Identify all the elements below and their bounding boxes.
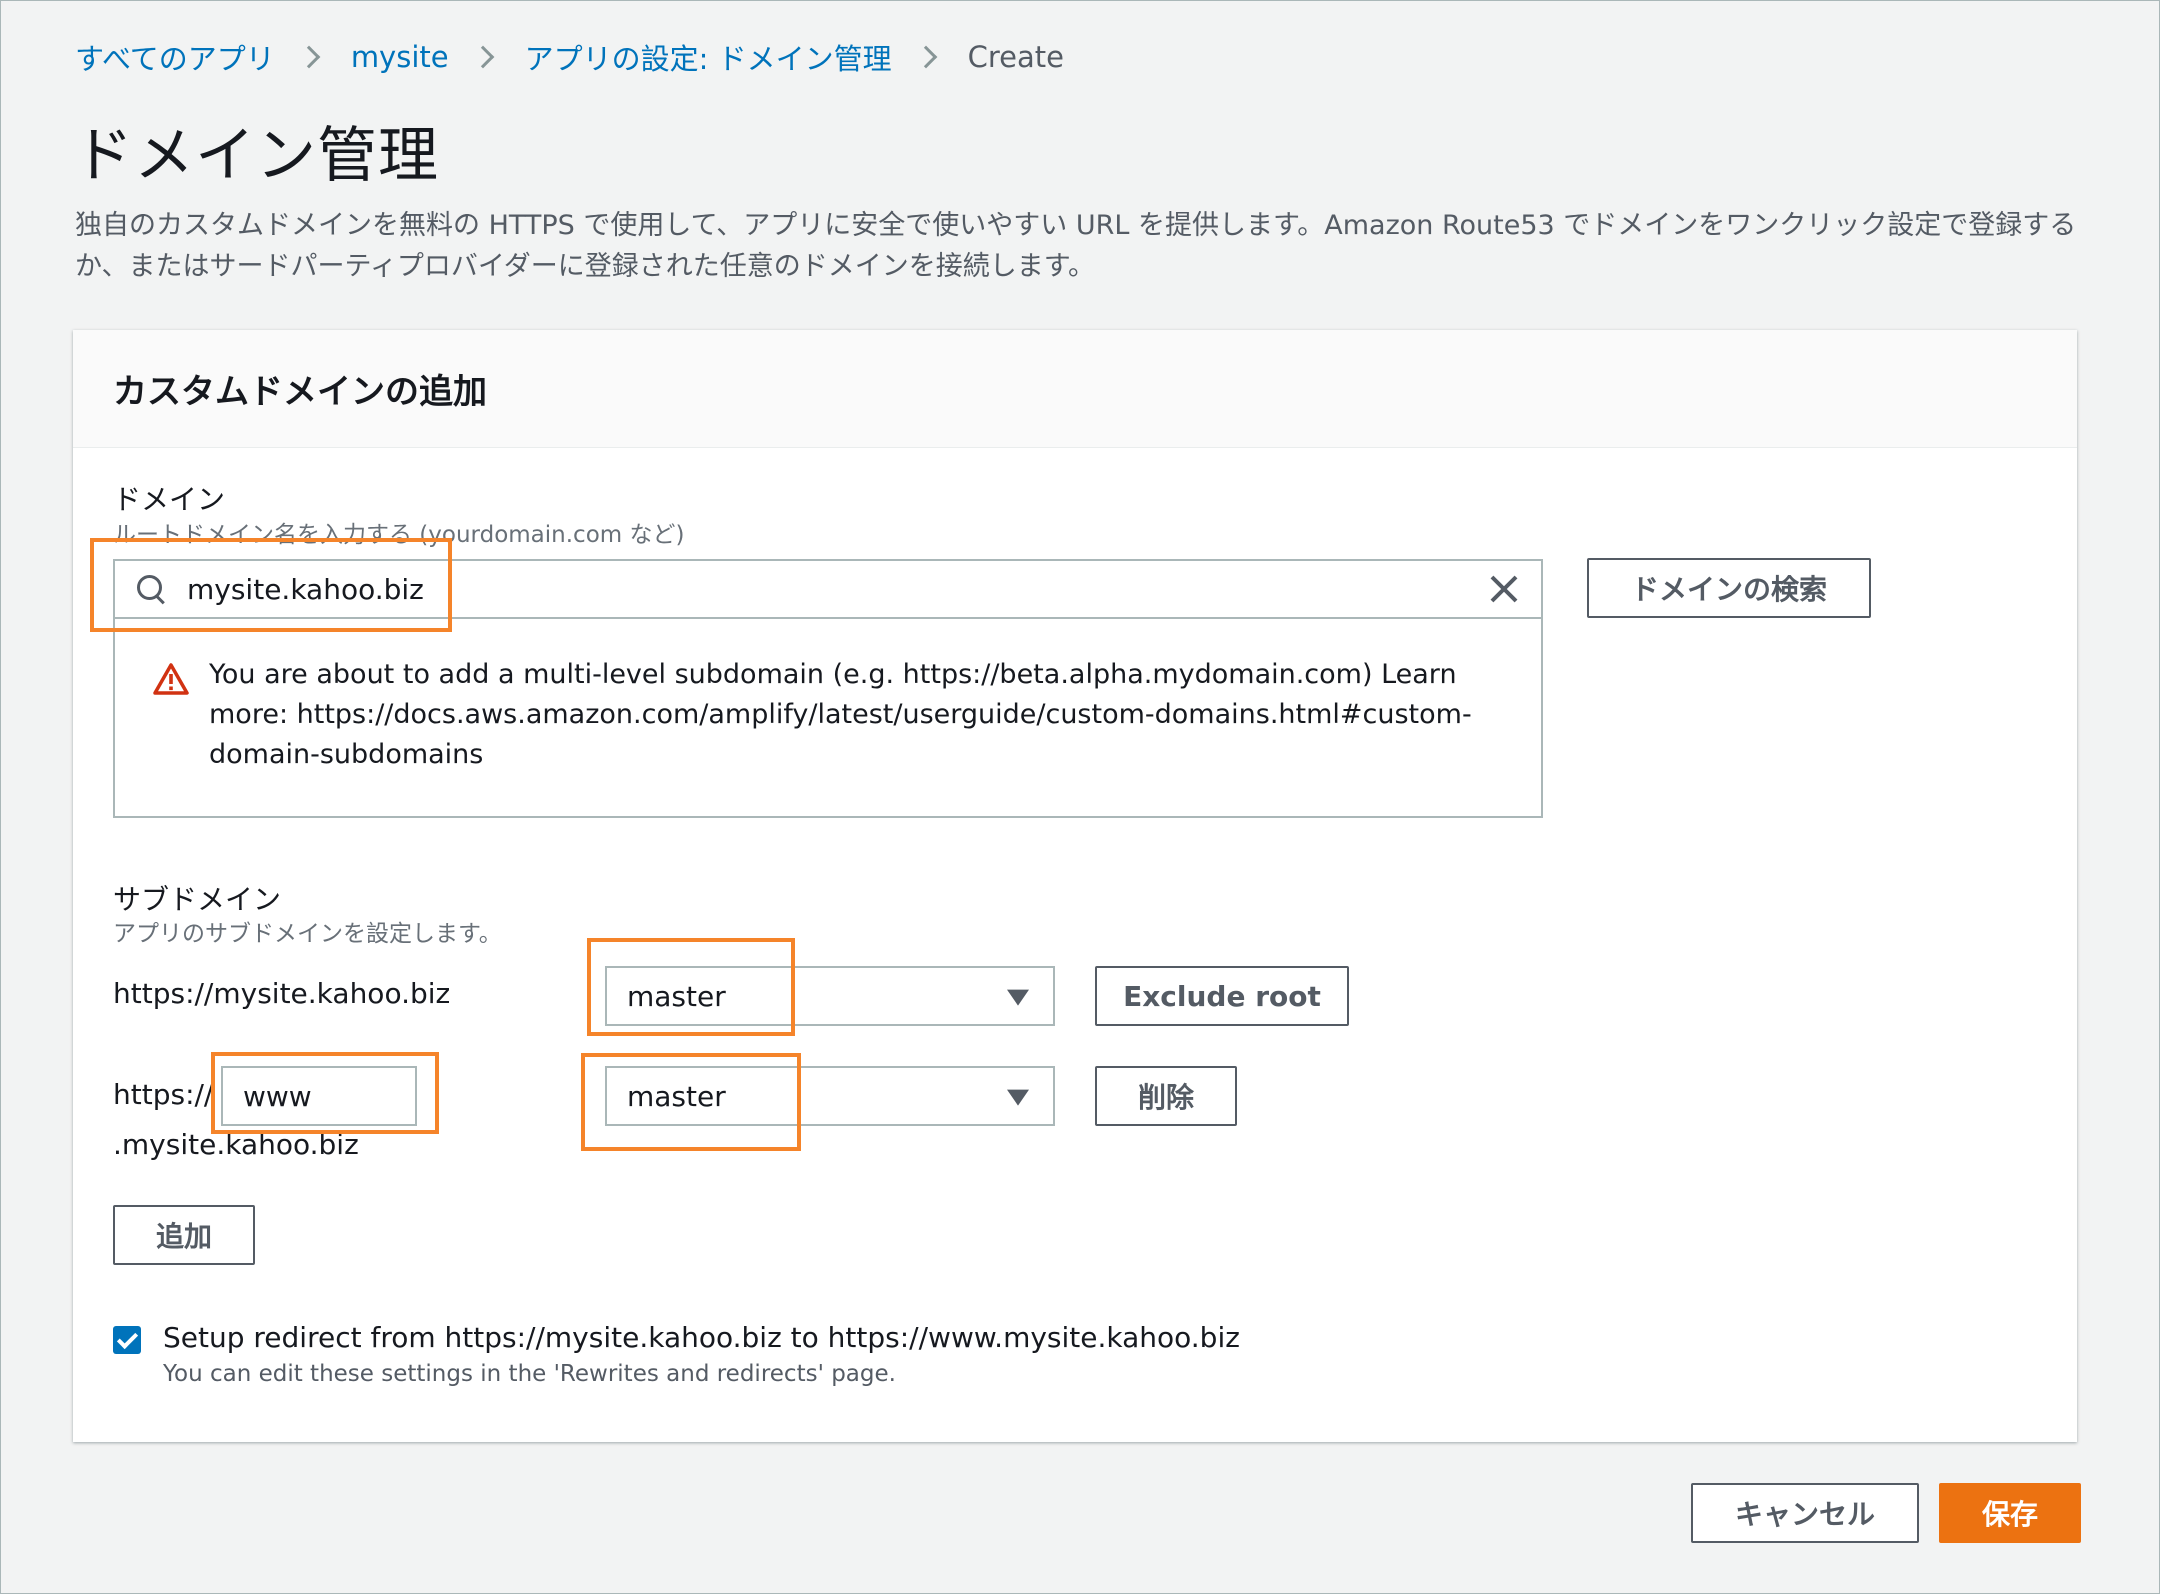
chevron-right-icon: [297, 45, 321, 69]
breadcrumb: すべてのアプリ mysite アプリの設定: ドメイン管理 Create: [75, 37, 1064, 77]
delete-subdomain-button[interactable]: 削除: [1095, 1066, 1237, 1126]
caret-down-icon: [1007, 1089, 1029, 1106]
chevron-right-icon: [914, 45, 937, 69]
clear-icon[interactable]: [1489, 574, 1519, 604]
domain-search-input[interactable]: mysite.kahoo.biz: [113, 559, 1543, 619]
breadcrumb-current: Create: [967, 40, 1064, 74]
add-subdomain-button[interactable]: 追加: [113, 1205, 255, 1265]
panel-header: カスタムドメインの追加: [73, 330, 2077, 448]
subdomain-branch-select[interactable]: master: [605, 1066, 1055, 1126]
subdomain-label: サブドメイン: [113, 883, 282, 916]
domain-hint: ルートドメイン名を入力する (yourdomain.com など): [113, 522, 685, 548]
chevron-right-icon: [471, 45, 494, 69]
save-button[interactable]: 保存: [1939, 1483, 2081, 1543]
caret-down-icon: [1007, 989, 1029, 1006]
cancel-button[interactable]: キャンセル: [1691, 1483, 1919, 1543]
panel-title: カスタムドメインの追加: [113, 372, 487, 412]
breadcrumb-domain-settings[interactable]: アプリの設定: ドメイン管理: [525, 36, 892, 78]
breadcrumb-app[interactable]: mysite: [351, 40, 449, 74]
root-branch-value: master: [627, 979, 726, 1013]
subdomain-hint: アプリのサブドメインを設定します。: [113, 921, 502, 947]
subdomain-branch-value: master: [627, 1079, 726, 1113]
page-title: ドメイン管理: [73, 121, 439, 191]
breadcrumb-all-apps[interactable]: すべてのアプリ: [75, 36, 275, 78]
subdomain-input-value: www: [243, 1079, 312, 1113]
root-branch-select[interactable]: master: [605, 966, 1055, 1026]
custom-domain-panel: カスタムドメインの追加 ドメイン ルートドメイン名を入力する (yourdoma…: [73, 330, 2077, 1442]
warning-icon: [153, 663, 189, 695]
exclude-root-button[interactable]: Exclude root: [1095, 966, 1349, 1026]
root-domain-url: https://mysite.kahoo.biz: [113, 977, 451, 1010]
search-icon: [135, 573, 167, 605]
subdomain-prefix: https://: [113, 1078, 214, 1111]
redirect-hint: You can edit these settings in the 'Rewr…: [163, 1361, 896, 1387]
subdomain-input[interactable]: www: [221, 1066, 417, 1126]
subdomain-suffix: .mysite.kahoo.biz: [113, 1128, 359, 1161]
redirect-checkbox[interactable]: [113, 1326, 141, 1354]
redirect-label: Setup redirect from https://mysite.kahoo…: [163, 1321, 1240, 1354]
subdomain-warning-alert: You are about to add a multi-level subdo…: [113, 619, 1543, 818]
page-description: 独自のカスタムドメインを無料の HTTPS で使用して、アプリに安全で使いやすい…: [75, 210, 2077, 282]
domain-search-button[interactable]: ドメインの検索: [1587, 558, 1871, 618]
domain-input-value: mysite.kahoo.biz: [187, 572, 424, 606]
warning-text: You are about to add a multi-level subdo…: [209, 659, 1472, 770]
domain-label: ドメイン: [113, 483, 226, 516]
